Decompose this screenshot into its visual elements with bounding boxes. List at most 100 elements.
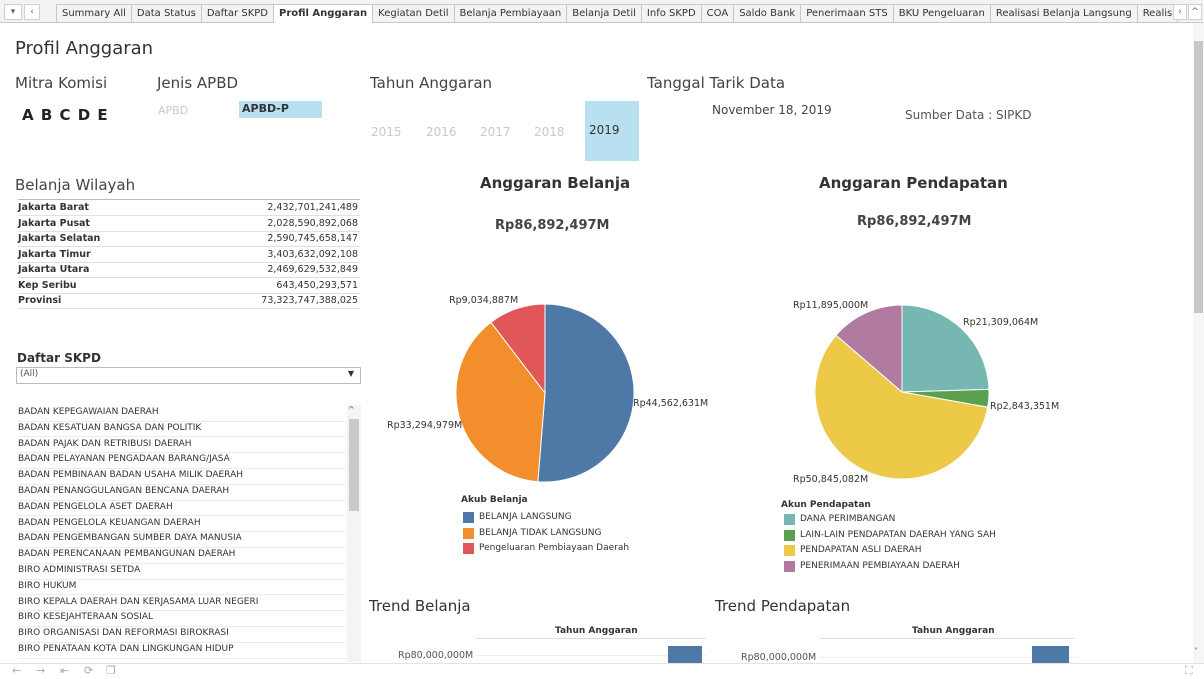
tab-realisasi-belanja-langsung[interactable]: Realisasi Belanja Langsung <box>989 4 1138 22</box>
list-item[interactable]: BIRO ADMINISTRASI SETDA <box>18 563 346 580</box>
legend-item-label[interactable]: BELANJA LANGSUNG <box>479 512 572 522</box>
wilayah-name: Jakarta Timur <box>18 248 91 260</box>
tab-penerimaan-sts[interactable]: Penerimaan STS <box>800 4 894 22</box>
trend-belanja-ytick: Rp80,000,000M <box>398 650 474 661</box>
daftar-skpd-dropdown-value: (All) <box>20 369 39 379</box>
undo-icon[interactable]: ← <box>12 664 21 677</box>
redo-icon[interactable]: → <box>36 664 45 677</box>
refresh-icon[interactable]: ⟳ <box>84 664 93 677</box>
list-item[interactable]: BIRO KEPALA DAERAH DAN KERJASAMA LUAR NE… <box>18 595 346 612</box>
fullscreen-icon[interactable]: ⛶ <box>1185 664 1193 678</box>
tab-data-status[interactable]: Data Status <box>130 4 202 22</box>
legend-item-label[interactable]: PENDAPATAN ASLI DAERAH <box>800 545 921 555</box>
wilayah-name: Provinsi <box>18 295 62 306</box>
tabs-prev-icon[interactable]: ‹ <box>24 4 40 20</box>
trend-belanja-subtitle: Tahun Anggaran <box>555 626 638 636</box>
tab-saldo-bank[interactable]: Saldo Bank <box>733 4 802 22</box>
list-item[interactable]: BIRO KESEJAHTERAAN SOSIAL <box>18 610 346 627</box>
revert-icon[interactable]: ⇤ <box>60 664 69 677</box>
legend-item-label[interactable]: PENERIMAAN PEMBIAYAAN DAERAH <box>800 561 960 571</box>
tabs-dropdown-icon[interactable]: ▾ <box>4 4 22 20</box>
sheet-tab-bar: ▾ ‹ Summary All Data Status Daftar SKPD Pro… <box>0 0 1204 23</box>
table-row[interactable]: Jakarta Barat 2,432,701,241,489 <box>18 200 360 216</box>
tabs-next-icon[interactable]: › <box>1173 4 1187 20</box>
tahun-option-2017[interactable]: 2017 <box>480 125 511 139</box>
legend-swatch[interactable] <box>784 529 795 541</box>
list-item[interactable]: BADAN PELAYANAN PENGADAAN BARANG/JASA <box>18 452 346 469</box>
daftar-skpd-list[interactable]: BADAN KEPEGAWAIAN DAERAH BADAN KESATUAN B… <box>15 405 362 662</box>
tab-summary-all[interactable]: Summary All <box>56 4 132 22</box>
list-item[interactable]: BADAN KEPEGAWAIAN DAERAH <box>18 405 346 422</box>
jenis-apbd-selected-label: APBD-P <box>242 102 289 115</box>
tab-daftar-skpd[interactable]: Daftar SKPD <box>200 4 274 22</box>
trend-pendapatan-axis-rule <box>820 638 1075 639</box>
list-item[interactable]: BIRO PENATAAN KOTA DAN LINGKUNGAN HIDUP <box>18 642 346 659</box>
tanggal-tarik-label: Tanggal Tarik Data <box>647 74 786 92</box>
page-title: Profil Anggaran <box>15 38 154 59</box>
table-row[interactable]: Provinsi 73,323,747,388,025 <box>18 293 360 309</box>
tab-belanja-pembiayaan[interactable]: Belanja Pembiayaan <box>453 4 568 22</box>
tab-info-skpd[interactable]: Info SKPD <box>640 4 702 22</box>
list-item[interactable]: BADAN PENANGGULANGAN BENCANA DAERAH <box>18 484 346 501</box>
tabs-scroll-up-icon[interactable]: ^ <box>1188 4 1202 20</box>
trend-belanja-bar[interactable] <box>668 646 702 663</box>
tab-kegiatan-detil[interactable]: Kegiatan Detil <box>372 4 455 22</box>
pie-data-label: Rp21,309,064M <box>963 317 1039 328</box>
jenis-apbd-option-apbd[interactable]: APBD <box>158 104 188 117</box>
sumber-data-text: Sumber Data : SIPKD <box>905 108 1032 122</box>
trend-pendapatan-ytick: Rp80,000,000M <box>741 652 817 663</box>
list-item[interactable]: BADAN PAJAK DAN RETRIBUSI DAERAH <box>18 437 346 454</box>
tab-coa[interactable]: COA <box>700 4 735 22</box>
tahun-selected-label: 2019 <box>589 123 620 137</box>
bottom-toolbar: ← → ⇤ ⟳ ❐ ⛶ <box>0 663 1204 679</box>
trend-pendapatan-subtitle: Tahun Anggaran <box>912 626 995 636</box>
legend-item-label[interactable]: LAIN-LAIN PENDAPATAN DAERAH YANG SAH <box>800 530 996 540</box>
list-item[interactable]: BADAN PERENCANAAN PEMBANGUNAN DAERAH <box>18 547 346 564</box>
pie-data-label: Rp2,843,351M <box>990 401 1060 412</box>
table-row[interactable]: Jakarta Utara 2,469,629,532,849 <box>18 262 360 278</box>
list-item[interactable]: BADAN PENGEMBANGAN SUMBER DAYA MANUSIA <box>18 531 346 548</box>
legend-item-label[interactable]: Pengeluaran Pembiayaan Daerah <box>479 543 629 553</box>
wilayah-value: 3,403,632,092,108 <box>267 248 358 260</box>
list-item[interactable]: BIRO ORGANISASI DAN REFORMASI BIROKRASI <box>18 626 346 643</box>
mitra-komisi-value[interactable]: A B C D E <box>22 106 109 124</box>
page-scrollbar[interactable]: ˅ <box>1193 23 1204 663</box>
tab-bku-pengeluaran[interactable]: BKU Pengeluaran <box>892 4 991 22</box>
table-row[interactable]: Kep Seribu 643,450,293,571 <box>18 278 360 294</box>
list-item[interactable]: BADAN PENGELOLA KEUANGAN DAERAH <box>18 516 346 533</box>
legend-swatch[interactable] <box>463 527 474 539</box>
daftar-skpd-dropdown[interactable]: (All) ▼ <box>16 367 361 384</box>
trend-pendapatan-bar[interactable] <box>1032 646 1069 663</box>
legend-swatch[interactable] <box>463 512 474 523</box>
legend-swatch[interactable] <box>784 514 795 525</box>
tahun-option-2015[interactable]: 2015 <box>371 125 402 139</box>
table-row[interactable]: Jakarta Selatan 2,590,745,658,147 <box>18 231 360 247</box>
legend-swatch[interactable] <box>784 560 795 572</box>
list-item[interactable]: BADAN PENGELOLA ASET DAERAH <box>18 500 346 517</box>
pause-icon[interactable]: ❐ <box>106 664 116 677</box>
tanggal-tarik-value: November 18, 2019 <box>712 103 832 117</box>
tab-profil-anggaran[interactable]: Profil Anggaran <box>272 4 374 23</box>
belanja-wilayah-title: Belanja Wilayah <box>15 176 136 194</box>
tahun-anggaran-label: Tahun Anggaran <box>370 74 493 92</box>
tahun-option-2019[interactable]: 2019 <box>585 101 639 161</box>
pie-slice-belanja-langsung[interactable] <box>537 303 635 483</box>
legend-item-label[interactable]: DANA PERIMBANGAN <box>800 514 895 524</box>
list-item[interactable]: BIRO HUKUM <box>18 579 346 596</box>
scroll-down-icon[interactable]: ˅ <box>1194 647 1198 656</box>
tahun-option-2016[interactable]: 2016 <box>426 125 457 139</box>
wilayah-value: 2,028,590,892,068 <box>267 217 358 229</box>
tab-belanja-detil[interactable]: Belanja Detil <box>566 4 642 22</box>
table-row[interactable]: Jakarta Timur 3,403,632,092,108 <box>18 247 360 263</box>
tahun-option-2018[interactable]: 2018 <box>534 125 565 139</box>
legend-swatch[interactable] <box>784 545 795 556</box>
table-row[interactable]: Jakarta Pusat 2,028,590,892,068 <box>18 216 360 232</box>
page-scrollbar-thumb[interactable] <box>1194 41 1203 313</box>
list-item[interactable]: BADAN KESATUAN BANGSA DAN POLITIK <box>18 421 346 438</box>
list-item[interactable]: BADAN PEMBINAAN BADAN USAHA MILIK DAERAH <box>18 468 346 485</box>
jenis-apbd-option-apbd-p[interactable]: APBD-P <box>239 101 322 118</box>
akun-pendapatan-legend-title: Akun Pendapatan <box>781 500 871 510</box>
tab-realis[interactable]: Realis <box>1136 4 1179 22</box>
legend-swatch[interactable] <box>463 543 474 554</box>
legend-item-label[interactable]: BELANJA TIDAK LANGSUNG <box>479 528 601 538</box>
